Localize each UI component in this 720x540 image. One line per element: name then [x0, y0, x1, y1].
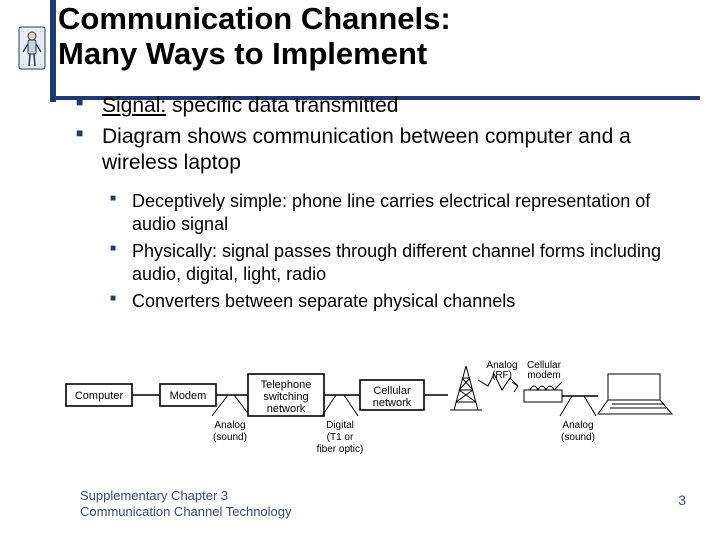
link-analog-1a: Analog — [214, 420, 245, 431]
box-cellular-2: network — [373, 397, 412, 409]
bullet-item: Physically: signal passes through differ… — [110, 240, 680, 286]
bullet-text: Diagram shows communication between comp… — [102, 125, 631, 174]
bullet-item: Diagram shows communication between comp… — [76, 124, 680, 177]
box-telephone-1: Telephone — [261, 379, 312, 391]
laptop-icon — [598, 374, 672, 414]
title-line-1: Communication Channels: — [58, 1, 451, 36]
link-digital-3: fiber optic) — [317, 444, 364, 455]
bullet-text: specific data transmitted — [166, 94, 398, 117]
box-telephone-3: network — [267, 403, 306, 415]
footer-line-1: Supplementary Chapter 3 — [80, 488, 228, 503]
bullet-lead: Signal: — [102, 94, 166, 117]
box-computer: Computer — [75, 390, 124, 402]
footer-line-2: Communication Channel Technology — [80, 504, 292, 519]
bullet-text: Deceptively simple: phone line carries e… — [132, 191, 650, 234]
page-number: 3 — [678, 492, 686, 508]
body: Signal: specific data transmitted Diagra… — [0, 71, 720, 313]
box-modem: Modem — [170, 390, 207, 402]
bullet-item: Deceptively simple: phone line carries e… — [110, 190, 680, 236]
bullet-text: Physically: signal passes through differ… — [132, 241, 661, 284]
box-cellmodem-2: modem — [527, 370, 560, 381]
bullet-item: Signal: specific data transmitted — [76, 93, 680, 119]
header: Communication Channels: Many Ways to Imp… — [0, 0, 720, 71]
box-telephone-2: switching — [263, 391, 308, 403]
link-rf-2: (RF) — [492, 370, 512, 381]
tower-icon — [450, 366, 482, 410]
box-cellular-1: Cellular — [373, 385, 411, 397]
link-analog-2a: Analog — [562, 420, 593, 431]
footer: Supplementary Chapter 3 Communication Ch… — [80, 488, 292, 521]
cellular-modem-icon — [524, 382, 562, 402]
link-digital-1: Digital — [326, 420, 354, 431]
link-analog-2b: (sound) — [561, 432, 595, 443]
bullet-list-level-2: Deceptively simple: phone line carries e… — [110, 190, 680, 313]
link-analog-1b: (sound) — [213, 432, 247, 443]
slide-title: Communication Channels: Many Ways to Imp… — [58, 2, 720, 71]
bullet-text: Converters between separate physical cha… — [132, 291, 515, 311]
slide: Communication Channels: Many Ways to Imp… — [0, 0, 720, 540]
bullet-list-level-1: Signal: specific data transmitted Diagra… — [76, 93, 680, 176]
link-digital-2: (T1 or — [327, 432, 354, 443]
title-line-2: Many Ways to Implement — [58, 36, 427, 71]
network-diagram: Computer Modem Analog (sound) Telephone … — [64, 360, 674, 468]
bullet-item: Converters between separate physical cha… — [110, 290, 680, 313]
